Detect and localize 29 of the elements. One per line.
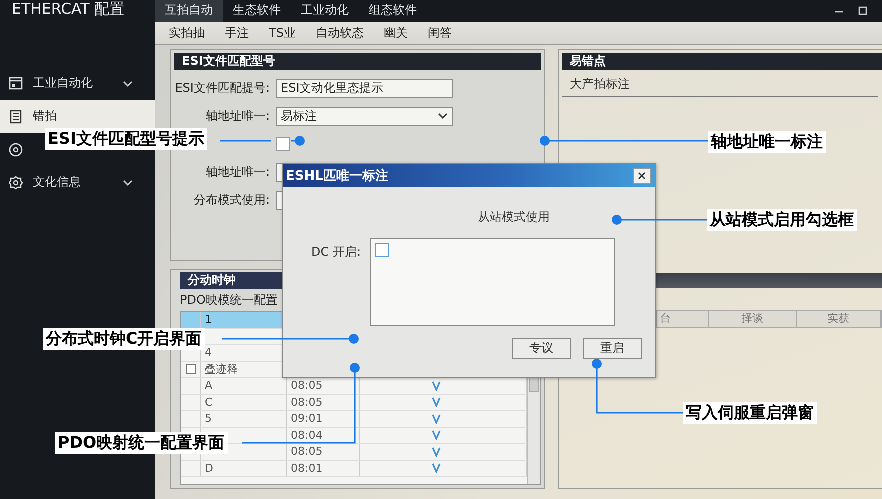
- table-cell: 09:01: [287, 411, 360, 426]
- callout-tooltip: ESI文件匹配型号提示: [45, 128, 208, 150]
- table-cell: 08:05: [287, 394, 360, 410]
- column-header: 实获: [797, 311, 881, 327]
- field-label: 分布模式使用:: [192, 192, 270, 208]
- dialog-title: ESHL匹唯一标注: [286, 168, 388, 184]
- field-label: ESI文件匹配提号:: [174, 80, 270, 96]
- callout-tooltip: 分布式时钟C开启界面: [43, 328, 205, 350]
- column-header: 择谈: [709, 311, 797, 327]
- app-title: ETHERCAT 配置: [11, 0, 126, 18]
- table-cell: 5: [201, 411, 287, 426]
- callout-tooltip: 从站模式启用勾选框: [707, 209, 857, 231]
- dialog-heading: 从站模式使用: [477, 209, 551, 226]
- caption: PDO映模统一配置: [180, 292, 279, 309]
- field-label: 轴地址唯一:: [204, 164, 270, 180]
- callout-tooltip: PDO映射统一配置界面: [55, 432, 228, 454]
- field-label: 轴地址唯一:: [204, 108, 270, 124]
- table-cell: 08:04: [287, 428, 360, 443]
- panel-header: ESI文件匹配型号: [174, 53, 541, 70]
- callout-tooltip: 轴地址唯一标注: [708, 131, 826, 153]
- table-cell: 08:01: [287, 460, 360, 476]
- callout-tooltip: 写入伺服重启弹窗: [683, 402, 817, 424]
- field-label: DC 开启:: [310, 244, 361, 261]
- table-cell: C: [201, 394, 287, 410]
- table-cell: D: [201, 460, 287, 476]
- panel-header: 易错点: [562, 53, 882, 70]
- table-cell: 08:05: [287, 444, 360, 460]
- panel-subtitle: 大产拍标注: [562, 70, 878, 97]
- column-header: 台: [657, 311, 709, 327]
